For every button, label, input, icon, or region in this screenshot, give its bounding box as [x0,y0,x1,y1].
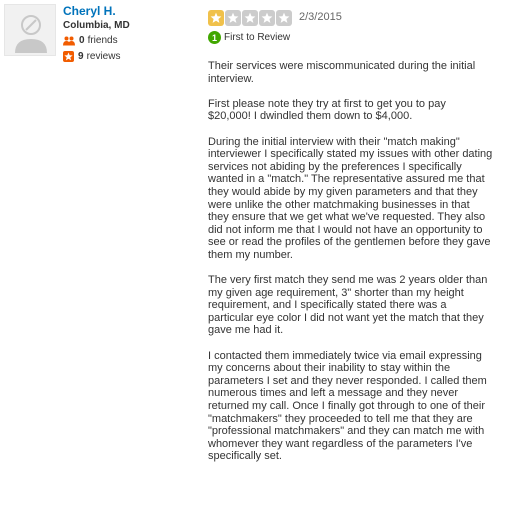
default-avatar-icon [5,5,55,55]
friends-count-value: 0 [79,35,85,46]
review-text: Their services were miscommunicated duri… [208,60,520,476]
reviews-count: 9 reviews [63,51,120,62]
star-rating [208,10,292,26]
review-paragraph: During the initial interview with their … [208,135,493,261]
reviews-count-value: 9 [78,51,84,62]
reviews-star-icon [63,51,74,62]
user-location: Columbia, MD [63,20,130,31]
review-paragraph: Their services were miscommunicated duri… [208,60,476,85]
first-to-review-label: First to Review [224,32,291,43]
star-empty-icon [259,10,275,26]
user-name-link[interactable]: Cheryl H. [63,4,116,18]
star-empty-icon [276,10,292,26]
review-paragraph: First please note they try at first to g… [208,97,446,123]
first-to-review-icon: 1 [208,31,221,44]
star-filled-icon [208,10,224,26]
user-avatar[interactable] [4,4,56,56]
review-card: Cheryl H. Columbia, MD 0 friends 9 revie… [0,0,525,513]
review-date: 2/3/2015 [299,11,342,23]
star-empty-icon [225,10,241,26]
review-paragraph: I contacted them immediately twice via e… [208,349,487,463]
friends-count: 0 friends [63,35,118,46]
friends-icon [63,36,75,45]
reviews-label: reviews [86,51,121,62]
star-empty-icon [242,10,258,26]
friends-label: friends [87,35,118,46]
review-paragraph: The very first match they send me was 2 … [208,274,488,337]
